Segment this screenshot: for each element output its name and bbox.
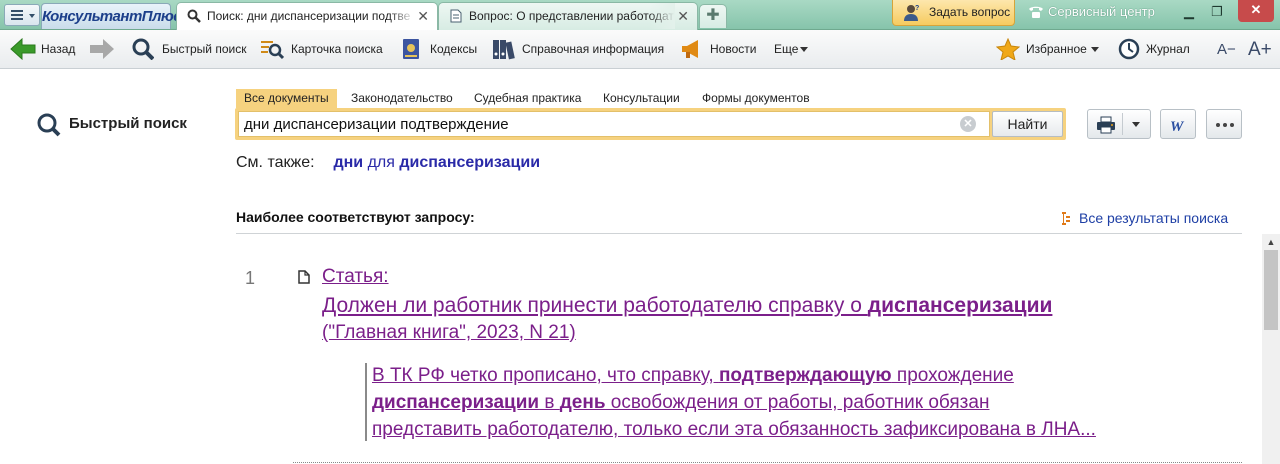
tab-legislation[interactable]: Законодательство <box>343 89 461 108</box>
search-icon <box>37 113 61 137</box>
document-icon <box>450 9 462 23</box>
tab-all-documents[interactable]: Все документы <box>236 89 337 108</box>
vertical-scrollbar[interactable]: ▲ <box>1262 234 1280 464</box>
more-menu-button[interactable]: Еще <box>774 30 810 69</box>
snippet-line: представить работодателю, только если эт… <box>372 419 1096 440</box>
ask-question-label: Задать вопрос <box>929 5 1011 19</box>
result-source-link[interactable]: ("Главная книга", 2023, N 21) <box>322 322 576 344</box>
font-increase-button[interactable]: A+ <box>1248 30 1274 69</box>
quick-search-button[interactable]: Быстрый поиск <box>132 30 246 69</box>
chevron-down-icon <box>1091 47 1099 52</box>
snippet-line: В ТК РФ четко прописано, что справку, по… <box>372 365 1014 386</box>
all-results-link[interactable]: Все результаты поиска <box>1061 210 1228 226</box>
tab-document-forms[interactable]: Формы документов <box>694 89 818 108</box>
export-word-button[interactable]: W <box>1160 109 1196 139</box>
tab-court-practice[interactable]: Судебная практика <box>466 89 589 108</box>
consultant-icon: ? <box>904 5 919 21</box>
reference-info-button[interactable]: Справочная информация <box>492 30 664 69</box>
see-also-term[interactable]: диспансеризации <box>399 154 540 171</box>
search-input[interactable] <box>238 111 990 137</box>
tab-question[interactable]: Вопрос: О представлении работодат ✕ <box>438 2 698 30</box>
close-window-button[interactable]: ✕ <box>1238 0 1274 22</box>
see-also: См. также: дни для диспансеризации <box>236 154 540 172</box>
app-logo[interactable]: КонсультантПлюс <box>41 3 182 29</box>
word-icon: W <box>1170 119 1185 133</box>
back-button[interactable]: Назад <box>10 30 76 69</box>
document-icon <box>298 270 310 284</box>
main-menu-button[interactable] <box>4 4 40 26</box>
history-clock-icon <box>1118 38 1140 60</box>
search-icon <box>132 38 154 60</box>
ask-question-button[interactable]: ? Задать вопрос <box>892 0 1015 26</box>
codex-icon <box>403 39 419 59</box>
main-toolbar: Назад Быстрый поиск Карточка поиска Коде… <box>0 30 1280 69</box>
result-type-link[interactable]: Статья: <box>322 266 389 288</box>
result-snippet[interactable]: В ТК РФ четко прописано, что справку, по… <box>372 362 1172 443</box>
megaphone-icon <box>682 40 698 58</box>
find-button[interactable]: Найти <box>992 111 1063 137</box>
search-card-icon <box>261 41 284 60</box>
tab-search[interactable]: Поиск: дни диспансеризации подтве ✕ <box>176 2 438 30</box>
hamburger-icon <box>11 10 23 20</box>
forward-button[interactable] <box>89 30 115 69</box>
title-bar: КонсультантПлюс Поиск: дни диспансеризац… <box>0 0 1280 30</box>
divider <box>236 233 1242 234</box>
chevron-down-icon <box>29 14 35 18</box>
chevron-down-icon <box>1132 122 1140 127</box>
see-also-term[interactable]: для <box>368 154 395 171</box>
results-heading: Наиболее соответствуют запросу: <box>236 209 475 225</box>
snippet-line: диспансеризации в день освобождения от р… <box>372 392 990 413</box>
font-decrease-button[interactable]: A− <box>1217 30 1237 69</box>
clear-icon[interactable]: ✕ <box>960 116 976 132</box>
arrow-left-icon <box>10 38 36 60</box>
service-center-label: Сервисный центр <box>1048 4 1155 19</box>
search-bar: ✕ Найти <box>235 108 1066 140</box>
favorites-button[interactable]: Избранное <box>996 30 1100 69</box>
see-also-label: См. также: <box>236 154 315 171</box>
see-also-term[interactable]: дни <box>333 154 363 171</box>
phone-icon <box>1029 6 1043 18</box>
printer-icon <box>1097 116 1115 134</box>
search-card-button[interactable]: Карточка поиска <box>260 30 384 69</box>
plus-icon: ✚ <box>706 7 720 24</box>
arrow-right-icon <box>90 39 114 59</box>
result-title-link[interactable]: Должен ли работник принести работодателю… <box>322 294 1052 318</box>
tab-consultations[interactable]: Консультации <box>595 89 688 108</box>
minimize-button[interactable]: ▁ <box>1176 2 1202 22</box>
tab-label: Вопрос: О представлении работодат <box>469 9 674 23</box>
print-button[interactable] <box>1087 109 1151 139</box>
svg-text:?: ? <box>915 5 919 12</box>
news-button[interactable]: Новости <box>680 30 758 69</box>
codes-button[interactable]: Кодексы <box>400 30 480 69</box>
tree-list-icon <box>1062 212 1070 225</box>
new-tab-button[interactable]: ✚ <box>699 4 727 28</box>
tab-label: Поиск: дни диспансеризации подтве <box>207 9 411 23</box>
chevron-down-icon <box>800 47 808 52</box>
close-icon[interactable]: ✕ <box>417 3 429 29</box>
svg-text:W: W <box>1170 119 1185 133</box>
scrollbar-thumb[interactable] <box>1264 250 1278 330</box>
result-separator <box>293 462 1242 463</box>
snippet-quote-bar <box>365 363 367 441</box>
journal-button[interactable]: Журнал <box>1118 30 1192 69</box>
more-actions-button[interactable] <box>1206 109 1242 139</box>
binders-icon <box>493 40 515 60</box>
close-icon[interactable]: ✕ <box>677 3 689 29</box>
ellipsis-icon <box>1216 123 1234 127</box>
restore-button[interactable]: ❐ <box>1204 2 1230 22</box>
result-number: 1 <box>245 268 256 288</box>
star-icon <box>996 38 1020 60</box>
search-icon <box>187 9 201 23</box>
scroll-up-icon[interactable]: ▲ <box>1262 234 1280 250</box>
service-center-button[interactable]: Сервисный центр <box>1028 0 1155 26</box>
